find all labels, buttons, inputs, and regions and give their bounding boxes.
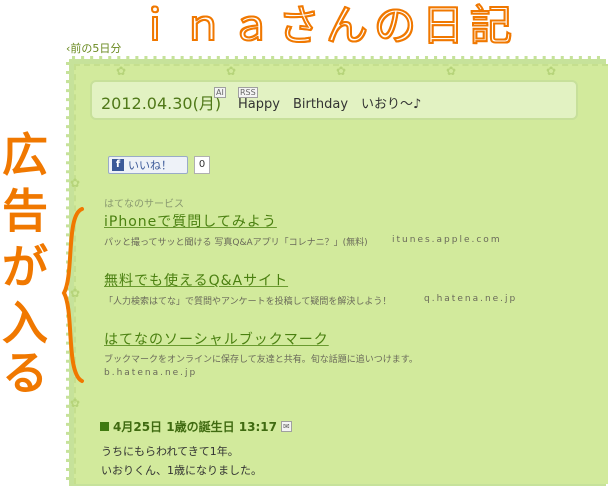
clover-icon: ✿ xyxy=(116,64,127,78)
entry2-title-text: 4月25日 1歳の誕生日 13:17 xyxy=(113,420,277,434)
entry-date[interactable]: 2012.04.30(月) xyxy=(101,90,221,114)
annotation-char: る xyxy=(2,346,48,400)
ad-header: はてなのサービス xyxy=(104,199,184,210)
annotation-char: 告 xyxy=(2,184,48,238)
like-label: いいね！ xyxy=(128,159,172,172)
ai-badge[interactable]: AI xyxy=(214,87,226,98)
ad-description: パッと撮ってサッと聞ける 写真Q&Aアプリ「コレナニ？」(無料) xyxy=(104,238,368,248)
clover-icon: ✿ xyxy=(546,64,557,78)
entry2-body-line: いおりくん、1歳になりました。 xyxy=(101,464,262,477)
ad-title-link[interactable]: はてなのソーシャルブックマーク xyxy=(104,329,329,349)
entry2-body-line: うちにもらわれてきて1年。 xyxy=(101,445,239,458)
ad-url[interactable]: q.hatena.ne.jp xyxy=(424,294,517,304)
ad-title-link[interactable]: 無料でも使えるQ&Aサイト xyxy=(104,270,288,290)
facebook-like-button[interactable]: f いいね！ xyxy=(108,156,188,174)
annotation-char: 広 xyxy=(2,128,48,182)
entry2-title[interactable]: 4月25日 1歳の誕生日 13:17 ✉ xyxy=(100,418,292,435)
entry-title: Happy Birthday いおり～♪ xyxy=(238,97,422,112)
prev-5-days-link[interactable]: ‹前の5日分 xyxy=(66,40,121,56)
mail-icon[interactable]: ✉ xyxy=(280,421,292,432)
ad-description: 「人力検索はてな」で質問やアンケートを投稿して疑問を解決しよう！ xyxy=(104,297,392,307)
square-bullet-icon xyxy=(100,422,109,431)
annotation-brace xyxy=(61,207,84,383)
ad-url[interactable]: b.hatena.ne.jp xyxy=(104,368,197,378)
annotation-char: 入 xyxy=(2,296,48,350)
clover-icon: ✿ xyxy=(226,64,237,78)
clover-icon: ✿ xyxy=(336,64,347,78)
clover-icon: ✿ xyxy=(446,64,457,78)
clover-icon: ✿ xyxy=(70,396,81,410)
blog-title: ｉｎａさんの日記 xyxy=(134,0,519,51)
ad-title-link[interactable]: iPhoneで質問してみよう xyxy=(104,211,277,231)
clover-icon: ✿ xyxy=(70,176,81,190)
facebook-icon: f xyxy=(112,159,124,171)
ad-url[interactable]: itunes.apple.com xyxy=(392,235,502,245)
annotation-char: が xyxy=(2,240,48,294)
like-count: 0 xyxy=(194,156,210,174)
ad-description: ブックマークをオンラインに保存して友達と共有。旬な話題に追いつけます。 xyxy=(104,355,418,365)
